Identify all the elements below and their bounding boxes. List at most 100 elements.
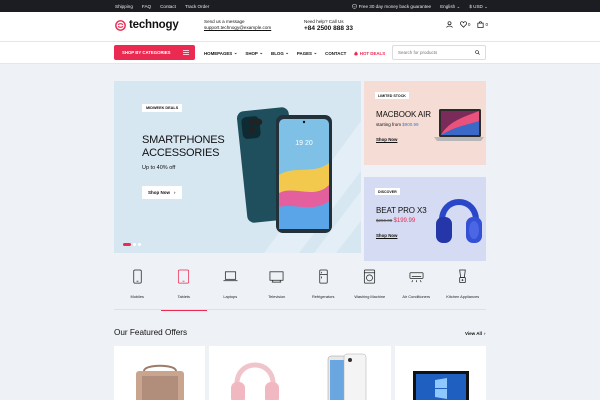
menu-item-label: SHOP xyxy=(245,50,258,56)
top-link-faq[interactable]: FAQ xyxy=(142,4,151,9)
search-input[interactable] xyxy=(398,50,468,55)
hero-button-label: Shop Now xyxy=(148,190,170,195)
top-link-shipping[interactable]: Shipping xyxy=(115,4,133,9)
old-price: $250.00 xyxy=(376,218,393,223)
category-air-conditioners[interactable]: Air Conditioners xyxy=(393,262,440,310)
hero-tag: MIDWEEK DEALS xyxy=(142,104,183,112)
language-select[interactable]: English ⌄ xyxy=(440,4,460,10)
top-link-track-order[interactable]: Track Order xyxy=(185,4,209,9)
category-label: Air Conditioners xyxy=(402,294,431,299)
hot-deals-label: HOT DEALS xyxy=(359,50,386,56)
language-value: English xyxy=(440,3,456,9)
new-price: $199.99 xyxy=(393,218,416,224)
product-card[interactable] xyxy=(300,346,391,400)
category-kitchen-appliances[interactable]: Kitchen Appliances xyxy=(440,262,487,310)
phone-contact: Need help? Call Us +84 2500 888 33 xyxy=(304,19,353,33)
laptop-image xyxy=(413,371,469,400)
wishlist-button[interactable]: 0 xyxy=(459,21,471,28)
category-label: Refrigerators xyxy=(312,294,335,299)
headphones-image xyxy=(231,362,279,400)
menu-item-label: HOMEPAGES xyxy=(204,50,233,56)
category-refrigerators[interactable]: Refrigerators xyxy=(300,262,347,310)
slider-dot[interactable] xyxy=(138,243,141,246)
tablet-icon xyxy=(178,269,190,284)
currency-select[interactable]: $ USD ⌄ xyxy=(469,4,488,10)
flame-icon xyxy=(354,50,359,55)
menu-icon xyxy=(183,50,189,55)
category-mobiles[interactable]: Mobiles xyxy=(114,262,161,310)
macbook-image xyxy=(434,109,484,141)
hero-subtitle: Up to 40% off xyxy=(142,165,176,171)
category-washing-machine[interactable]: Washing Machine xyxy=(347,262,394,310)
category-label: Laptops xyxy=(223,294,238,299)
price-prefix: starting from xyxy=(376,122,402,127)
menu-item-contact[interactable]: CONTACT xyxy=(325,50,346,56)
beats-price: $250.00 $199.99 xyxy=(376,218,415,224)
headphones-image xyxy=(436,199,482,243)
air-conditioner-icon xyxy=(409,272,424,283)
top-link-contact[interactable]: Contact xyxy=(160,4,176,9)
macbook-price: starting from $900.99 xyxy=(376,122,419,127)
slider-dot[interactable] xyxy=(133,243,136,246)
product-card[interactable] xyxy=(209,346,300,400)
view-all-link[interactable]: View All › xyxy=(465,331,486,336)
guarantee-notice: Free 30 day money back guarantee xyxy=(351,4,432,9)
blender-icon xyxy=(459,269,466,283)
menu-item-pages[interactable]: PAGES ⌄ xyxy=(297,50,317,56)
guarantee-text: Free 30 day money back guarantee xyxy=(358,4,432,9)
shop-by-categories-button[interactable]: SHOP BY CATEGORIES xyxy=(114,45,195,60)
top-bar: Shipping FAQ Contact Track Order Free 30… xyxy=(0,0,600,12)
menu-item-blog[interactable]: BLOG ⌄ xyxy=(271,50,289,56)
chevron-down-icon: ⌄ xyxy=(484,3,488,9)
account-button[interactable] xyxy=(446,21,453,28)
shield-check-icon xyxy=(351,4,357,9)
top-links: Shipping FAQ Contact Track Order xyxy=(115,4,209,9)
email-contact: Send us a message support.technogy@examp… xyxy=(204,19,271,31)
email-link[interactable]: support.technogy@example.com xyxy=(204,25,271,31)
bag-icon xyxy=(477,21,484,28)
macbook-shop-now-link[interactable]: Shop Now xyxy=(376,137,397,142)
category-label: Kitchen Appliances xyxy=(446,294,480,299)
macbook-promo-card[interactable]: LIMITED STOCK MACBOOK AIR starting from … xyxy=(364,81,486,165)
menu-item-label: PAGES xyxy=(296,50,312,56)
cart-button[interactable]: 0 xyxy=(477,21,488,28)
view-all-label: View All xyxy=(465,331,483,336)
product-card[interactable] xyxy=(114,346,205,400)
chevron-down-icon: ⌄ xyxy=(259,50,264,55)
macbook-title: MACBOOK AIR xyxy=(376,110,431,119)
user-icon xyxy=(446,21,453,28)
site-header: technogy Send us a message support.techn… xyxy=(0,12,600,42)
mobile-icon xyxy=(133,269,142,284)
category-strip: Mobiles Tablets Laptops Television Refri… xyxy=(114,262,487,311)
beats-shop-now-link[interactable]: Shop Now xyxy=(376,233,397,238)
slider-dot[interactable] xyxy=(123,243,131,246)
wishlist-count: 0 xyxy=(467,22,471,27)
categories-button-label: SHOP BY CATEGORIES xyxy=(122,50,171,55)
logo[interactable]: technogy xyxy=(115,19,179,31)
category-tablets[interactable]: Tablets xyxy=(160,262,208,311)
search-box xyxy=(392,45,486,60)
television-icon xyxy=(269,271,284,283)
menu-item-shop[interactable]: SHOP ⌄ xyxy=(245,50,263,56)
category-television[interactable]: Television xyxy=(254,262,301,310)
main-menu: HOMEPAGES ⌄ SHOP ⌄ BLOG ⌄ PAGES ⌄ CONTACT HO… xyxy=(204,50,385,56)
category-label: Washing Machine xyxy=(354,294,386,299)
beats-title: BEAT PRO X3 xyxy=(376,206,427,215)
heart-icon xyxy=(459,21,467,28)
beats-promo-card[interactable]: DISCOVER BEAT PRO X3 $250.00 $199.99 Sho… xyxy=(364,177,486,261)
search-icon[interactable] xyxy=(475,50,480,55)
menu-item-label: CONTACT xyxy=(325,50,347,56)
menu-item-homepages[interactable]: HOMEPAGES ⌄ xyxy=(204,50,237,56)
category-label: Mobiles xyxy=(130,294,144,299)
phone-number[interactable]: +84 2500 888 33 xyxy=(304,25,353,33)
nav-bar: SHOP BY CATEGORIES HOMEPAGES ⌄ SHOP ⌄ BLOG… xyxy=(0,42,600,64)
cart-count: 0 xyxy=(485,22,488,27)
hero-shop-now-button[interactable]: Shop Now › xyxy=(142,186,182,199)
svg-text:19 20: 19 20 xyxy=(295,140,313,147)
speaker-image xyxy=(136,364,184,400)
hero-slider-dots xyxy=(123,243,141,246)
category-laptops[interactable]: Laptops xyxy=(207,262,254,310)
menu-item-hot-deals[interactable]: HOT DEALS xyxy=(354,50,385,56)
product-card[interactable] xyxy=(395,346,486,400)
category-divider xyxy=(114,309,486,310)
